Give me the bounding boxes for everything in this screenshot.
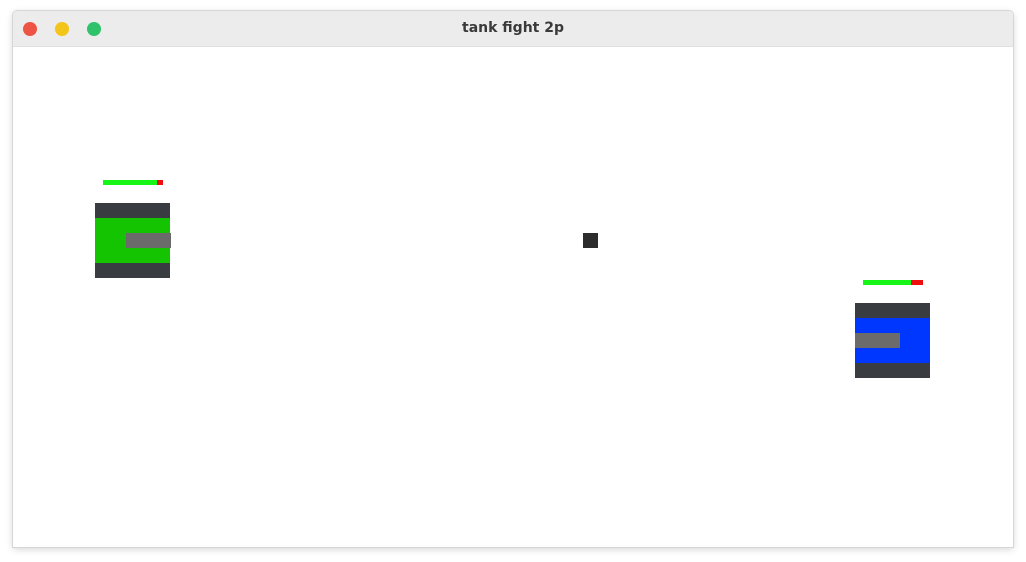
player1-health-fill [103, 180, 157, 185]
player2-health-fill [863, 280, 911, 285]
player1-tank [95, 203, 171, 278]
game-canvas[interactable] [13, 47, 1013, 547]
player2-health-bar [863, 280, 923, 285]
title-bar[interactable]: tank fight 2p [13, 11, 1013, 47]
player2-tread-bottom [855, 363, 930, 378]
player1-health-bar [103, 180, 163, 185]
window-title: tank fight 2p [462, 20, 564, 36]
player2-tread-top [855, 303, 930, 318]
player2-tank [855, 303, 930, 378]
game-window: tank fight 2p [13, 11, 1013, 547]
projectile [583, 233, 598, 248]
player1-tread-top [95, 203, 170, 218]
player2-turret [855, 333, 900, 348]
player1-tread-bottom [95, 263, 170, 278]
player1-turret [126, 233, 171, 248]
